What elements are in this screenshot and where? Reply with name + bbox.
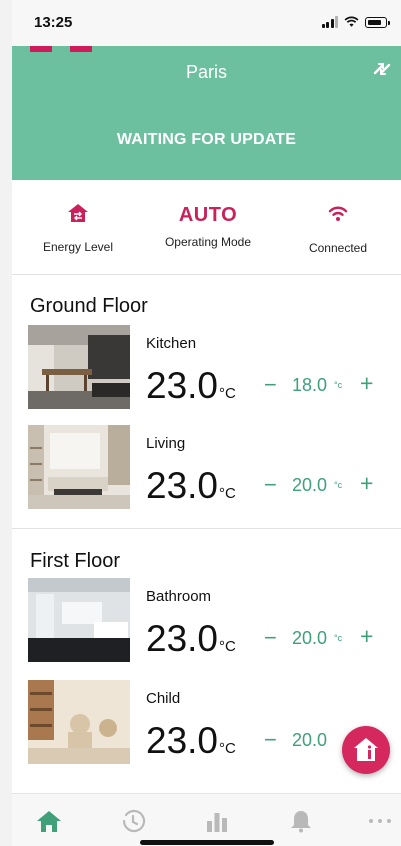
- room-name: Living: [146, 435, 186, 452]
- battery-icon: [365, 17, 390, 28]
- section-divider: [12, 528, 401, 529]
- room-temperature: 23.0: [146, 618, 219, 659]
- room-photo: [28, 578, 130, 662]
- section-title-first-floor: First Floor: [30, 550, 120, 572]
- room-photo: [28, 325, 130, 409]
- operating-mode[interactable]: AUTO Operating Mode: [148, 180, 268, 249]
- tab-bar: [12, 793, 401, 846]
- home-icon[interactable]: [36, 808, 62, 834]
- room-name: Kitchen: [146, 335, 197, 352]
- energy-level-label: Energy Level: [42, 240, 114, 254]
- header: Paris WAITING FOR UPDATE: [12, 46, 401, 180]
- room-temperature: 23.0: [146, 465, 219, 506]
- wifi-status-icon: [344, 16, 359, 27]
- room-temperature: 23.0: [146, 365, 219, 406]
- room-temperature: 23.0: [146, 720, 219, 761]
- decrease-setpoint-button[interactable]: −: [264, 625, 277, 651]
- setpoint-value: 20.0: [292, 730, 328, 750]
- decrease-setpoint-button[interactable]: −: [264, 727, 277, 753]
- energy-level-icon: [68, 204, 88, 222]
- increase-setpoint-button[interactable]: +: [360, 623, 373, 650]
- setpoint-value: 18.0: [292, 375, 328, 395]
- add-home-button[interactable]: [342, 726, 390, 774]
- energy-level[interactable]: Energy Level: [18, 180, 138, 254]
- more-icon[interactable]: [367, 808, 393, 834]
- connection-label: Connected: [308, 241, 368, 255]
- setpoint-unit: °c: [334, 480, 343, 490]
- wifi-icon: [328, 206, 348, 221]
- stats-icon[interactable]: [204, 808, 230, 834]
- status-bar: 13:25: [12, 0, 401, 46]
- operating-mode-value: AUTO: [178, 204, 238, 226]
- status-icons: [321, 16, 390, 28]
- room-living[interactable]: Living 23.0 °C − 20.0 °c +: [12, 425, 401, 511]
- home-indicator: [140, 840, 274, 845]
- increase-setpoint-button[interactable]: +: [360, 370, 373, 397]
- temperature-unit: °C: [219, 385, 236, 402]
- connection-status[interactable]: Connected: [278, 180, 398, 255]
- temperature-unit: °C: [219, 740, 236, 757]
- room-bathroom[interactable]: Bathroom 23.0 °C − 20.0 °c +: [12, 578, 401, 664]
- setpoint-unit: °c: [334, 633, 343, 643]
- history-icon[interactable]: [120, 808, 146, 834]
- temperature-unit: °C: [219, 638, 236, 655]
- room-photo: [28, 425, 130, 509]
- operating-mode-label: Operating Mode: [164, 235, 252, 249]
- room-photo: [28, 680, 130, 764]
- app-screen: 13:25 Paris WAITING FOR UPDATE Energy Le…: [12, 0, 401, 846]
- status-row: Energy Level AUTO Operating Mode Connect…: [12, 180, 401, 275]
- decrease-setpoint-button[interactable]: −: [264, 472, 277, 498]
- temperature-unit: °C: [219, 485, 236, 502]
- setpoint-unit: °c: [334, 380, 343, 390]
- decrease-setpoint-button[interactable]: −: [264, 372, 277, 398]
- home-info-icon: [354, 738, 378, 761]
- section-title-ground-floor: Ground Floor: [30, 295, 148, 317]
- setpoint-value: 20.0: [292, 475, 328, 495]
- status-time: 13:25: [34, 14, 73, 31]
- room-name: Bathroom: [146, 588, 212, 605]
- bell-icon[interactable]: [288, 808, 314, 834]
- sync-icon[interactable]: [371, 58, 393, 80]
- increase-setpoint-button[interactable]: +: [360, 470, 373, 497]
- room-kitchen[interactable]: Kitchen 23.0 °C − 18.0 °c +: [12, 325, 401, 411]
- room-name: Child: [146, 690, 181, 707]
- update-status: WAITING FOR UPDATE: [116, 131, 297, 148]
- signal-icon: [321, 16, 338, 28]
- city-name[interactable]: Paris: [12, 62, 401, 83]
- setpoint-value: 20.0: [292, 628, 328, 648]
- brand-logo: [30, 46, 94, 52]
